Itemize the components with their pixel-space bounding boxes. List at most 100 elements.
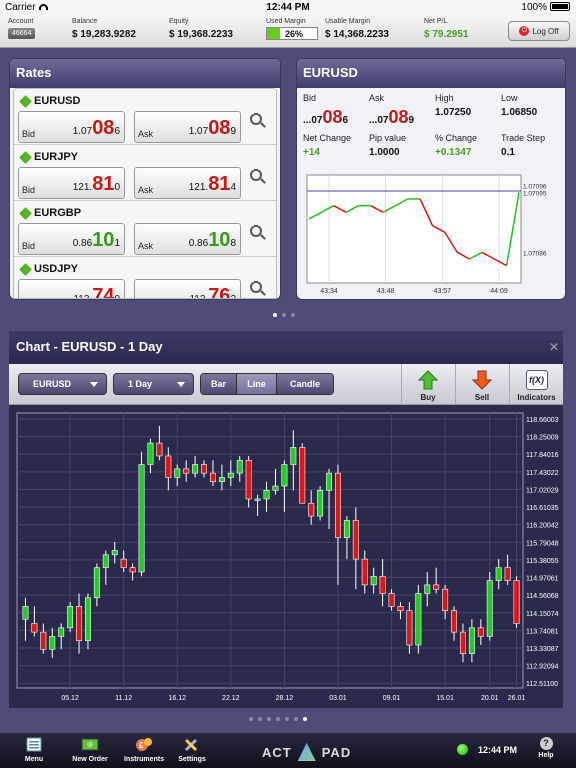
log-off-button[interactable]: ⏻ Log Off: [508, 21, 570, 41]
page-indicator-bottom[interactable]: [249, 717, 307, 721]
candle-body[interactable]: [334, 472, 341, 538]
indicators-button[interactable]: f(X) Indicators: [509, 364, 563, 405]
candle-body[interactable]: [388, 593, 395, 607]
candle-body[interactable]: [102, 554, 109, 568]
page-dot[interactable]: [258, 717, 262, 721]
candle-body[interactable]: [138, 464, 145, 573]
ask-button[interactable]: Ask 113.762: [134, 279, 241, 298]
candle-body[interactable]: [495, 567, 502, 581]
ask-button[interactable]: Ask 0.86108: [134, 223, 241, 255]
page-dot[interactable]: [267, 717, 271, 721]
candle-body[interactable]: [245, 459, 252, 500]
bid-button[interactable]: Bid 121.810: [18, 167, 125, 199]
candlestick-svg[interactable]: 118.66003 118.25009 117.84016 117.43022 117.…: [9, 405, 563, 708]
search-icon[interactable]: [250, 281, 262, 293]
candle-body[interactable]: [31, 623, 38, 633]
candle-body[interactable]: [406, 610, 413, 646]
candle-body[interactable]: [93, 567, 100, 599]
candle-body[interactable]: [49, 636, 56, 650]
candle-body[interactable]: [513, 580, 520, 624]
chart-type-bar[interactable]: Bar: [201, 374, 237, 394]
candle-body[interactable]: [147, 442, 154, 465]
close-icon[interactable]: ×: [546, 340, 562, 357]
tab-help[interactable]: ? Help: [532, 737, 560, 759]
candle-body[interactable]: [290, 447, 297, 465]
candle-body[interactable]: [58, 627, 65, 637]
page-dot[interactable]: [291, 313, 295, 317]
ask-button[interactable]: Ask 121.814: [134, 167, 241, 199]
candle-body[interactable]: [370, 575, 377, 586]
page-indicator-top[interactable]: [273, 313, 295, 317]
candle-body[interactable]: [263, 490, 270, 500]
candle-body[interactable]: [477, 627, 484, 637]
candle-body[interactable]: [343, 520, 350, 538]
candle-body[interactable]: [227, 472, 234, 478]
mini-tick-chart[interactable]: 43:34 43:48 43:57 44:091.070961.070951.0708…: [301, 171, 561, 297]
candle-body[interactable]: [209, 472, 216, 483]
rate-row-usdjpy[interactable]: USDJPY Bid 113.740 Ask 113.762: [14, 257, 276, 298]
candlestick-chart[interactable]: 118.66003 118.25009 117.84016 117.43022 117.…: [9, 405, 563, 708]
candle-body[interactable]: [361, 558, 368, 586]
candle-body[interactable]: [317, 490, 324, 517]
page-dot[interactable]: [249, 717, 253, 721]
ask-button[interactable]: Ask 1.07089: [134, 111, 241, 143]
candle-body[interactable]: [299, 447, 306, 504]
candle-body[interactable]: [67, 606, 74, 629]
candle-body[interactable]: [236, 459, 243, 474]
page-dot[interactable]: [285, 717, 289, 721]
candle-body[interactable]: [397, 606, 404, 611]
candle-body[interactable]: [424, 584, 431, 594]
page-dot[interactable]: [303, 717, 307, 721]
period-dropdown[interactable]: 1 Day: [113, 373, 194, 395]
page-dot[interactable]: [282, 313, 286, 317]
rate-row-eurjpy[interactable]: EURJPY Bid 121.810 Ask 121.814: [14, 145, 276, 201]
tab-new-order[interactable]: New Order: [66, 737, 114, 763]
tab-menu[interactable]: Menu: [14, 737, 54, 763]
bid-button[interactable]: Bid 0.86101: [18, 223, 125, 255]
rates-list[interactable]: EURUSD Bid 1.07086 Ask 1.07089 EURJPY Bi…: [13, 88, 277, 299]
chart-type-candle[interactable]: Candle: [277, 374, 333, 394]
bid-button[interactable]: Bid 1.07086: [18, 111, 125, 143]
page-dot[interactable]: [294, 717, 298, 721]
buy-button[interactable]: Buy: [401, 364, 454, 405]
candle-body[interactable]: [40, 631, 47, 650]
page-dot[interactable]: [273, 313, 277, 317]
tab-instruments[interactable]: £ Instruments: [120, 737, 168, 763]
tab-settings[interactable]: Settings: [172, 737, 212, 763]
bid-button[interactable]: Bid 113.740: [18, 279, 125, 298]
candle-body[interactable]: [192, 464, 199, 474]
search-icon[interactable]: [250, 225, 262, 237]
candle-body[interactable]: [174, 468, 181, 478]
candle-body[interactable]: [379, 575, 386, 594]
account-number[interactable]: 46664: [8, 28, 36, 39]
candle-body[interactable]: [183, 468, 190, 474]
candle-body[interactable]: [76, 606, 83, 642]
candle-body[interactable]: [218, 477, 225, 483]
candle-body[interactable]: [281, 464, 288, 487]
candle-body[interactable]: [22, 606, 29, 620]
candle-body[interactable]: [272, 485, 279, 491]
page-dot[interactable]: [276, 717, 280, 721]
candle-body[interactable]: [352, 520, 359, 560]
rate-row-eurusd[interactable]: EURUSD Bid 1.07086 Ask 1.07089: [14, 89, 276, 145]
candle-body[interactable]: [308, 502, 315, 517]
detail-bid[interactable]: Bid ...07086: [303, 93, 373, 128]
detail-ask[interactable]: Ask ...07089: [369, 93, 439, 128]
instrument-dropdown[interactable]: EURUSD: [18, 373, 107, 395]
candle-body[interactable]: [442, 588, 449, 611]
search-icon[interactable]: [250, 169, 262, 181]
chart-type-line[interactable]: Line: [237, 374, 277, 394]
candle-body[interactable]: [254, 498, 261, 501]
candle-body[interactable]: [433, 584, 440, 590]
search-icon[interactable]: [250, 113, 262, 125]
candle-body[interactable]: [451, 610, 458, 633]
candle-body[interactable]: [120, 558, 127, 568]
candle-body[interactable]: [486, 580, 493, 637]
rate-row-eurgbp[interactable]: EURGBP Bid 0.86101 Ask 0.86108: [14, 201, 276, 257]
candle-body[interactable]: [326, 472, 333, 491]
candle-body[interactable]: [165, 455, 172, 478]
candle-body[interactable]: [415, 593, 422, 646]
sell-button[interactable]: Sell: [455, 364, 508, 405]
candle-body[interactable]: [504, 567, 511, 581]
candle-body[interactable]: [111, 550, 118, 556]
